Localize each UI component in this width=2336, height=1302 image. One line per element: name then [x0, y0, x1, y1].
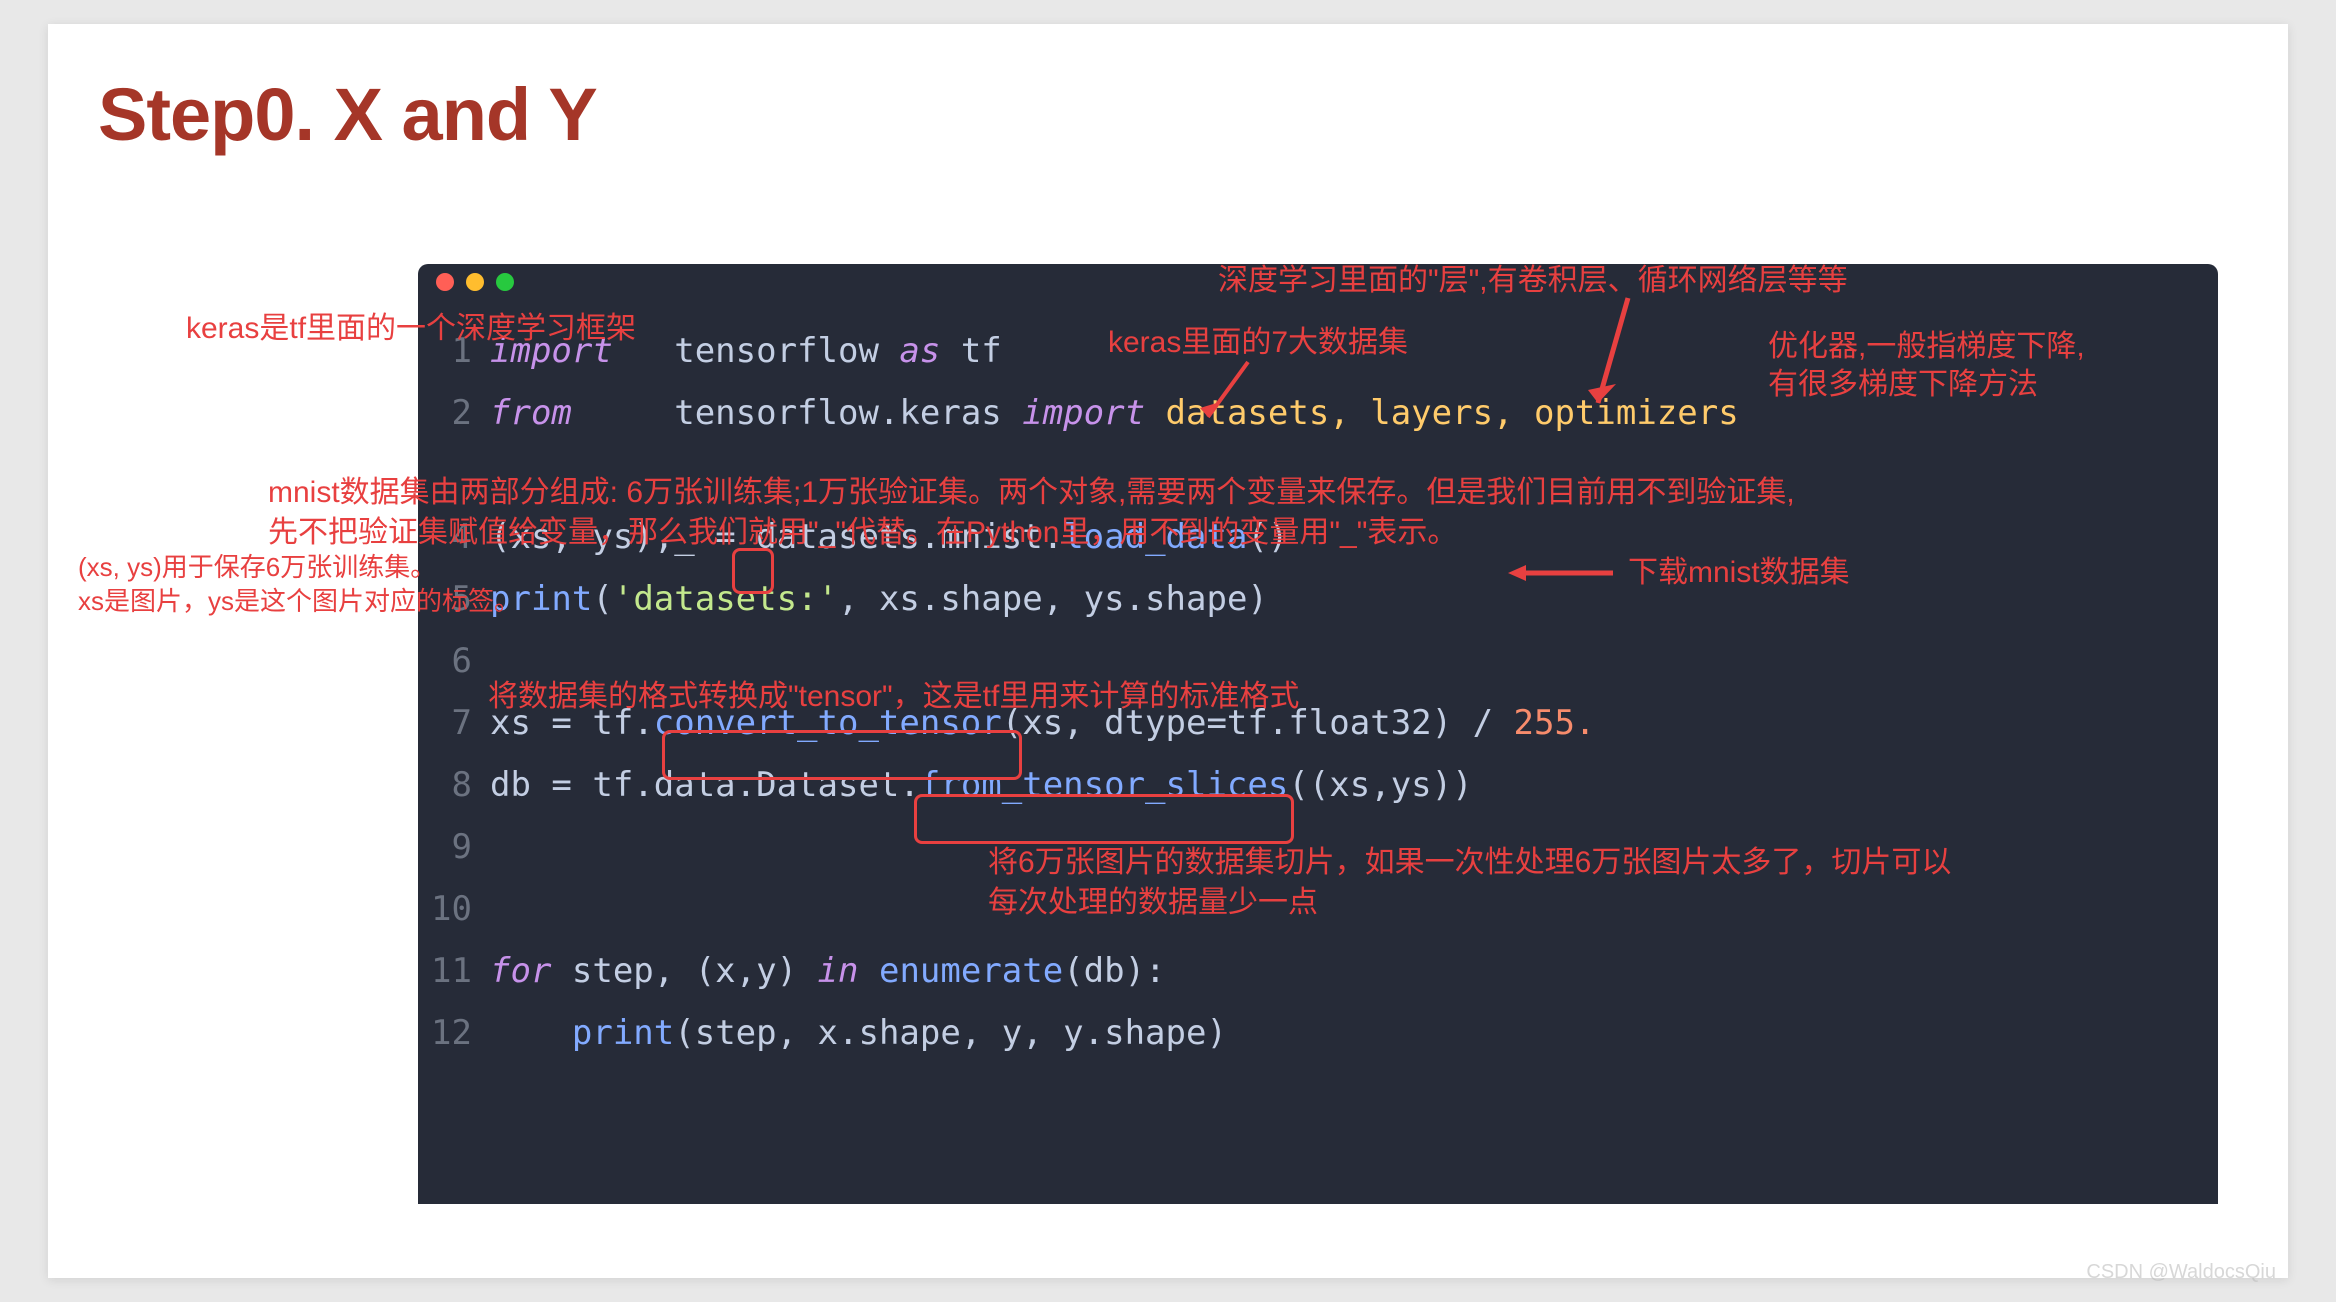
- anno-optimizers: 优化器,一般指梯度下降, 有很多梯度下降方法: [1768, 328, 2085, 404]
- line-number: 9: [418, 816, 490, 878]
- line-number: 6: [418, 630, 490, 692]
- arrow-datasets: [1198, 362, 1258, 432]
- code-line: print('datasets:', xs.shape, ys.shape): [490, 568, 1268, 630]
- anno-mnist-2: 先不把验证集赋值给变量，那么我们就用"_"代替。在Python里，用不到的变量用…: [268, 514, 1457, 552]
- arrow-layers: [1588, 298, 1648, 418]
- maximize-icon[interactable]: [496, 273, 514, 291]
- line-number: 11: [418, 940, 490, 1002]
- slide: Step0. X and Y 1import tensorflow as tf …: [48, 24, 2288, 1278]
- anno-xsys-2: xs是图片，ys是这个图片对应的标签。: [78, 584, 520, 618]
- anno-download: 下载mnist数据集: [1628, 554, 1850, 592]
- box-convert-to-tensor: [662, 730, 1022, 780]
- line-number: 8: [418, 754, 490, 816]
- anno-layers: 深度学习里面的"层",有卷积层、循环网络层等等: [1218, 262, 1848, 300]
- line-number: 10: [418, 878, 490, 940]
- close-icon[interactable]: [436, 273, 454, 291]
- anno-datasets7: keras里面的7大数据集: [1108, 324, 1408, 362]
- anno-tensor: 将数据集的格式转换成"tensor"，这是tf里用来计算的标准格式: [488, 678, 1299, 716]
- line-number: 12: [418, 1002, 490, 1064]
- anno-slice-2: 每次处理的数据量少一点: [988, 884, 1318, 922]
- anno-xsys-1: (xs, ys)用于保存6万张训练集。: [78, 550, 436, 584]
- code-line: print(step, x.shape, y, y.shape): [490, 1002, 1227, 1064]
- box-from-tensor-slices: [914, 794, 1294, 844]
- anno-slice-1: 将6万张图片的数据集切片，如果一次性处理6万张图片太多了，切片可以: [988, 844, 1951, 882]
- watermark: CSDN @WaldocsQiu: [2086, 1261, 2276, 1284]
- code-line: from tensorflow.keras import datasets, l…: [490, 382, 1739, 444]
- line-number: 2: [418, 382, 490, 444]
- minimize-icon[interactable]: [466, 273, 484, 291]
- arrow-download: [1508, 560, 1618, 586]
- page-title: Step0. X and Y: [98, 72, 597, 157]
- anno-keras-framework: keras是tf里面的一个深度学习框架: [186, 310, 636, 348]
- box-underscore: [732, 548, 774, 594]
- anno-mnist-1: mnist数据集由两部分组成: 6万张训练集;1万张验证集。两个对象,需要两个变…: [268, 474, 1795, 512]
- code-line: for step, (x,y) in enumerate(db):: [490, 940, 1166, 1002]
- line-number: 7: [418, 692, 490, 754]
